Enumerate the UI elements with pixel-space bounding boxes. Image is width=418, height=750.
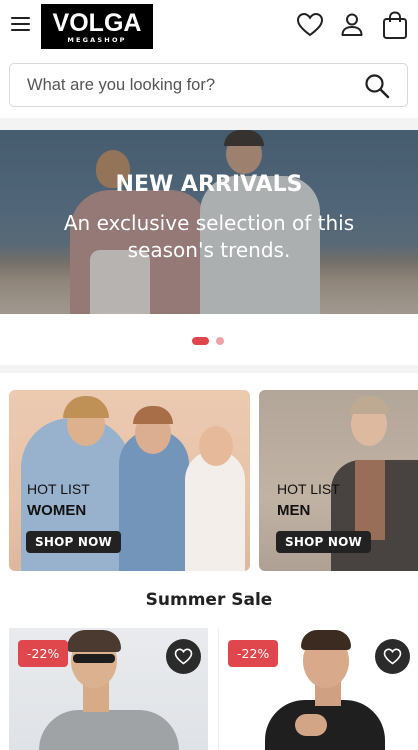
search-bar (9, 63, 408, 107)
product-image-hair (301, 630, 351, 650)
shop-now-button[interactable]: SHOP NOW (26, 531, 121, 553)
section-divider (0, 118, 418, 130)
hero-banner[interactable]: NEW ARRIVALS An exclusive selection of t… (0, 130, 418, 314)
wishlist-button[interactable] (166, 639, 201, 674)
carousel-dot-active[interactable] (192, 337, 209, 345)
heart-icon (383, 648, 402, 665)
category-title: MEN (277, 502, 311, 519)
product-image-shirt (39, 710, 179, 750)
discount-badge: -22% (228, 640, 279, 667)
category-card-women[interactable]: HOT LIST WOMEN SHOP NOW (9, 390, 250, 571)
category-tag: HOT LIST (27, 481, 90, 497)
search-icon[interactable] (364, 73, 390, 99)
carousel-dots (0, 337, 418, 345)
category-title: WOMEN (27, 502, 87, 519)
hero-title: NEW ARRIVALS (115, 172, 303, 197)
section-divider (0, 365, 418, 373)
search-input[interactable] (27, 72, 347, 98)
logo-text: VOLGA (52, 9, 142, 37)
product-image-hair (67, 630, 121, 652)
menu-icon[interactable] (11, 15, 31, 33)
category-tag: HOT LIST (277, 481, 340, 497)
product-image-hand (295, 714, 327, 736)
shopping-bag-icon[interactable] (381, 10, 409, 40)
hero-subtitle: An exclusive selection of this season's … (63, 211, 355, 262)
product-card[interactable]: -22% (218, 628, 418, 750)
shop-now-button[interactable]: SHOP NOW (276, 531, 371, 553)
product-image-sunglasses (73, 654, 115, 663)
category-card-men[interactable]: HOT LIST MEN SHOP NOW (259, 390, 418, 571)
logo-subtext: MEGASHOP (67, 36, 127, 44)
heart-icon (174, 648, 193, 665)
section-title: Summer Sale (145, 590, 273, 610)
product-card[interactable]: -22% (9, 628, 208, 750)
wishlist-button[interactable] (375, 639, 410, 674)
heart-icon[interactable] (296, 10, 324, 40)
logo[interactable]: VOLGA MEGASHOP (41, 4, 153, 49)
user-icon[interactable] (338, 10, 366, 40)
header: VOLGA MEGASHOP (0, 0, 418, 52)
discount-badge: -22% (18, 640, 69, 667)
carousel-dot[interactable] (216, 337, 224, 345)
